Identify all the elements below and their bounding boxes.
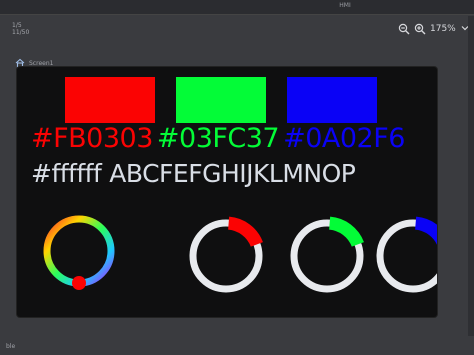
dial-row: [17, 197, 437, 317]
zoom-in-icon[interactable]: [414, 23, 426, 35]
green-ring-arc[interactable]: [328, 216, 364, 248]
hue-wheel-ring[interactable]: [43, 215, 115, 287]
page-counter: 1/5 11/50: [12, 22, 29, 36]
blue-swatch: [287, 77, 377, 123]
window-title: HMI: [339, 2, 351, 9]
zoom-out-icon[interactable]: [398, 23, 410, 35]
hue-wheel-knob[interactable]: [72, 276, 86, 290]
hmi-screen: #FB0303 #03FC37 #0A02F6 #ffffff ABCFEFGHIJK…: [17, 67, 437, 317]
hex-label-blue: #0A02F6: [283, 123, 405, 154]
hex-label-white: #ffffff: [31, 159, 102, 188]
dial-canvas: [43, 215, 437, 293]
blue-ring-arc[interactable]: [414, 216, 437, 245]
vertical-scrollbar[interactable]: [468, 16, 474, 336]
alphabet-label: ABCFEFGHIJKLMNOP: [109, 159, 356, 188]
breadcrumb-screen[interactable]: Screen1: [29, 60, 53, 67]
zoom-level[interactable]: 175%: [430, 24, 456, 34]
hue-wheel[interactable]: [43, 215, 115, 290]
page-counter-line1: 1/5: [12, 22, 22, 29]
green-swatch: [176, 77, 266, 123]
hex-label-green: #03FC37: [156, 123, 280, 154]
zoom-toolbar: 175%: [398, 18, 474, 40]
hex-label-red: #FB0303: [31, 123, 153, 154]
red-ring-arc[interactable]: [227, 216, 263, 248]
hex-label-row: #FB0303 #03FC37 #0A02F6: [31, 123, 437, 161]
alpha-label-row: #ffffff ABCFEFGHIJKLMNOP: [31, 159, 437, 193]
status-text: ble: [6, 343, 16, 350]
red-swatch: [65, 77, 155, 123]
title-bar: HMI: [0, 0, 474, 15]
page-counter-line2: 11/50: [12, 29, 30, 36]
